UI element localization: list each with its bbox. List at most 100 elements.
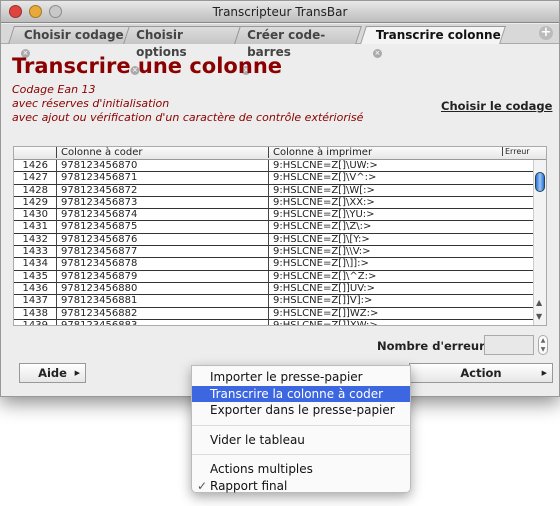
header-erreur[interactable]: Erreur [502,147,535,156]
table-row[interactable]: 1427 978123456871 9:HSLCNE=Z[]\V^:> [14,172,546,185]
subtitle-line: avec réserves d'initialisation [12,97,170,110]
cell-print[interactable]: 9:HSLCNE=Z[]\[Y:> [268,233,502,246]
row-index[interactable]: 1439 [14,320,56,325]
table-row[interactable]: 1436 978123456880 9:HSLCNE=Z[]]UV:> [14,282,546,296]
cell-code[interactable]: 978123456882 [56,307,268,320]
minimize-window-button[interactable] [29,5,42,18]
menu-item-transcrire[interactable]: Transcrire la colonne à coder [192,385,410,402]
cell-print[interactable]: 9:HSLCNE=Z[]\]]:> [268,258,502,271]
row-index[interactable]: 1427 [14,172,56,184]
data-table: Colonne à coder Colonne à imprimer Erreu… [13,146,547,326]
row-index[interactable]: 1432 [14,234,56,246]
vertical-scrollbar[interactable]: ▲ ▼ [533,160,546,325]
cell-print[interactable]: 9:HSLCNE=Z[]]V]:> [268,295,502,308]
cell-code[interactable]: 978123456878 [56,258,268,271]
close-tab-icon[interactable]: × [372,49,382,58]
cell-code[interactable]: 978123456873 [56,196,268,209]
cell-code[interactable]: 978123456870 [56,160,268,172]
cell-code[interactable]: 978123456881 [56,295,268,308]
cell-print[interactable]: 9:HSLCNE=Z[]\YU:> [268,209,502,222]
row-index[interactable]: 1430 [14,209,56,221]
table-row[interactable]: 1431 978123456875 9:HSLCNE=Z[]\Z\:> [14,221,546,234]
app-window: Transcripteur TransBar Choisir codage× C… [0,0,560,397]
errors-label: Nombre d'erreurs [377,339,492,353]
cell-code[interactable]: 978123456879 [56,270,268,283]
close-window-button[interactable] [9,5,22,18]
choose-coding-link[interactable]: Choisir le codage [441,99,552,113]
row-index[interactable]: 1434 [14,258,56,270]
cell-code[interactable]: 978123456880 [56,282,268,295]
cell-code[interactable]: 978123456872 [56,184,268,197]
window-title: Transcripteur TransBar [212,5,348,19]
tab-creer-code-barres[interactable]: Créer code-barres× [234,26,362,75]
scrollbar-thumb[interactable] [535,172,545,192]
menu-item-importer[interactable]: Importer le presse-papier [192,369,410,386]
cell-print[interactable]: 9:HSLCNE=Z[]]UV:> [268,282,502,295]
cell-print[interactable]: 9:HSLCNE=Z[]\^Z:> [268,270,502,283]
tab-choisir-options[interactable]: Choisir options× [123,26,241,75]
title-bar: Transcripteur TransBar [1,1,559,23]
tab-choisir-codage[interactable]: Choisir codage× [8,26,131,58]
triangle-right-icon: ▶ [74,369,80,377]
row-index[interactable]: 1429 [14,197,56,209]
table-row[interactable]: 1434 978123456878 9:HSLCNE=Z[]\]]:> [14,258,546,271]
menu-separator [192,424,410,426]
scroll-up-icon[interactable]: ▲ [536,298,542,307]
cell-code[interactable]: 978123456874 [56,209,268,222]
table-row[interactable]: 1429 978123456873 9:HSLCNE=Z[]\XX:> [14,196,546,210]
help-button[interactable]: Aide ▶ [19,363,86,383]
cell-code[interactable]: 978123456883 [56,319,268,325]
cell-print[interactable]: 9:HSLCNE=Z[]\W[:> [268,184,502,197]
tab-transcrire-colonne[interactable]: Transcrire colonne× [360,26,506,58]
action-button[interactable]: Action ▶ [409,363,553,383]
table-row[interactable]: 1428 978123456872 9:HSLCNE=Z[]\W[:> [14,184,546,197]
row-index[interactable]: 1437 [14,295,56,307]
zoom-window-button[interactable] [49,5,62,18]
page-title: Transcrire une colonne [12,54,283,78]
row-index[interactable]: 1438 [14,308,56,320]
header-colonne-a-coder[interactable]: Colonne à coder [56,147,268,158]
cell-print[interactable]: 9:HSLCNE=Z[]\\V:> [268,246,502,259]
header-colonne-a-imprimer[interactable]: Colonne à imprimer [268,147,502,158]
scroll-down-icon[interactable]: ▼ [536,312,542,321]
subtitle-line: avec ajout ou vérification d'un caractèr… [12,111,364,124]
cell-print[interactable]: 9:HSLCNE=Z[]]XW:> [268,319,502,325]
checkmark-icon: ✓ [197,478,208,493]
row-index[interactable]: 1431 [14,221,56,233]
cell-print[interactable]: 9:HSLCNE=Z[]\Z\:> [268,221,502,234]
menu-separator [192,454,410,455]
table-row[interactable]: 1439 978123456883 9:HSLCNE=Z[]]XW:> [14,319,546,325]
table-row[interactable]: 1438 978123456882 9:HSLCNE=Z[]]WZ:> [14,307,546,320]
row-index[interactable]: 1428 [14,185,56,197]
cell-code[interactable]: 978123456877 [56,246,268,259]
cell-print[interactable]: 9:HSLCNE=Z[]\V^:> [268,172,502,185]
add-tab-icon[interactable]: + [539,26,553,40]
errors-stepper[interactable]: ▲ ▼ [538,335,548,355]
triangle-right-icon: ▶ [541,369,547,377]
cell-code[interactable]: 978123456876 [56,233,268,246]
subtitle-line: Codage Ean 13 [12,83,96,96]
cell-print[interactable]: 9:HSLCNE=Z[]\XX:> [268,196,502,209]
row-index[interactable]: 1435 [14,271,56,283]
cell-code[interactable]: 978123456871 [56,172,268,185]
table-row[interactable]: 1432 978123456876 9:HSLCNE=Z[]\[Y:> [14,233,546,247]
tab-bar: Choisir codage× Choisir options× Créer c… [1,24,559,75]
cell-print[interactable]: 9:HSLCNE=Z[]]WZ:> [268,307,502,320]
table-row[interactable]: 1435 978123456879 9:HSLCNE=Z[]\^Z:> [14,270,546,283]
menu-item-actions-multiples[interactable]: Actions multiples [192,461,410,478]
row-index[interactable]: 1436 [14,283,56,295]
cell-code[interactable]: 978123456875 [56,221,268,234]
row-index[interactable]: 1426 [14,160,56,172]
table-body: 1426 978123456870 9:HSLCNE=Z[]\UW:> 1427 978… [14,160,546,325]
table-header: Colonne à coder Colonne à imprimer Erreu… [14,147,546,160]
table-row[interactable]: 1433 978123456877 9:HSLCNE=Z[]\\V:> [14,246,546,259]
errors-count-field[interactable] [484,335,534,355]
row-index[interactable]: 1433 [14,246,56,258]
menu-item-vider[interactable]: Vider le tableau [192,432,410,449]
menu-item-exporter[interactable]: Exporter dans le presse-papier [192,402,410,419]
table-row[interactable]: 1430 978123456874 9:HSLCNE=Z[]\YU:> [14,209,546,222]
menu-item-rapport-final[interactable]: ✓ Rapport final [192,478,410,495]
table-row[interactable]: 1426 978123456870 9:HSLCNE=Z[]\UW:> [14,160,546,173]
table-row[interactable]: 1437 978123456881 9:HSLCNE=Z[]]V]:> [14,295,546,308]
cell-print[interactable]: 9:HSLCNE=Z[]\UW:> [268,160,502,172]
